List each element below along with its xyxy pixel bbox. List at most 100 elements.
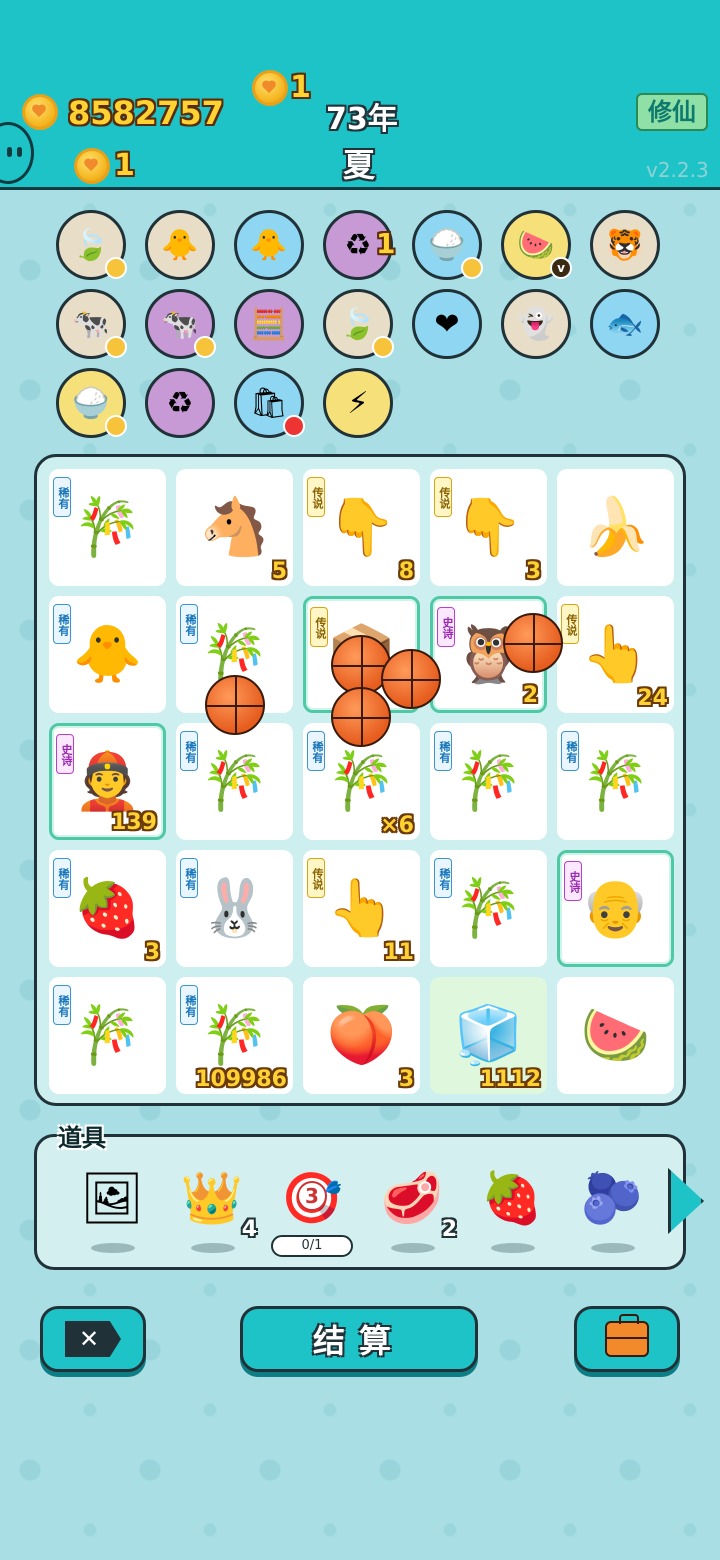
board-tile[interactable]: 👇 传说 3 [430,469,547,586]
board-tile[interactable]: 👆 传说 24 [557,596,674,713]
settle-button[interactable]: 结算 [240,1306,478,1372]
liver-item[interactable]: 🥩 2 [377,1163,457,1253]
target-item[interactable]: 🎯30/1 [271,1163,353,1257]
rarity-tag: 传说 [307,477,325,517]
rarity-tag: 稀有 [180,985,198,1025]
blueberry-icon: 🫐 [580,1168,644,1227]
cow-pair-skill-2-icon[interactable]: 🐄 [145,289,216,359]
tile-icon: 🐰 [199,875,270,941]
basketball-icon [503,613,563,673]
skill-badge [194,336,216,358]
math-man-skill-icon[interactable]: 🧮 [234,289,304,359]
tile-icon: 🎋 [199,748,270,814]
skill-badge [372,336,394,358]
board-tile[interactable]: 👇 传说 8 [303,469,420,586]
tile-count: 109986 [195,1067,287,1092]
item-shadow [591,1243,635,1253]
item-shadow [491,1243,535,1253]
tile-icon: 👇 [326,494,397,560]
tile-count: 139 [111,810,157,835]
tiger-skill-icon[interactable]: 🐯 [590,210,660,280]
rarity-tag: 稀有 [434,731,452,771]
recycle-skill-icon[interactable]: ♻ [145,368,215,438]
board-tile[interactable]: 🎋 稀有 [430,850,547,967]
sack-skill-icon[interactable]: 🛍 [234,368,305,438]
board-tile[interactable]: 🍉 [557,977,674,1094]
skill-glyph: 🍚 [428,227,466,263]
leaf-skill-2-icon[interactable]: 🍃 [323,289,394,359]
bag-button[interactable] [574,1306,680,1372]
frame-item[interactable]: 🖼 [77,1163,147,1253]
item-progress: 0/1 [271,1235,353,1257]
rarity-tag: 传说 [310,607,328,647]
basketball-icon [381,649,441,709]
tile-icon: 🎋 [72,1002,143,1068]
item-qty: 2 [441,1217,457,1242]
skill-glyph: 🐯 [606,227,644,263]
heart-fan-skill-icon[interactable]: ❤ [412,289,482,359]
skill-glyph: ❤ [434,306,460,342]
tile-icon: 👴 [580,875,651,941]
ghost-skill-icon[interactable]: 👻 [501,289,571,359]
fish-tank-skill-icon[interactable]: 🐟 [590,289,660,359]
tile-icon: 🐴 [199,494,270,560]
crown-item[interactable]: 👑 4 [177,1163,257,1253]
season-label: 夏 [343,146,376,184]
board-tile[interactable]: 🎋 稀有 109986 [176,977,293,1094]
item-qty: 4 [241,1217,257,1242]
tile-count: 24 [637,686,668,711]
lightning-skill-icon[interactable]: ⚡ [323,368,393,438]
rice-bowl-skill-icon[interactable]: 🍚 [412,210,483,280]
liver-icon: 🥩 [380,1168,444,1227]
tile-icon: 👆 [326,875,397,941]
board-tile[interactable]: 🐰 稀有 [176,850,293,967]
chick-egg-skill-2-icon[interactable]: 🐥 [234,210,304,280]
rice-bowl-skill-2-icon[interactable]: 🍚 [56,368,127,438]
board-tile[interactable]: 🍓 稀有 3 [49,850,166,967]
board-tile[interactable]: 🎋 稀有 [49,977,166,1094]
items-next-arrow[interactable] [668,1168,704,1234]
tile-icon: 🎋 [199,1002,270,1068]
rarity-tag: 传说 [307,858,325,898]
items-panel: 🖼👑4🎯30/1🥩2🍓🫐 [34,1134,686,1270]
board-tile[interactable]: 🧊 1112 [430,977,547,1094]
strawberry-item[interactable]: 🍓 [477,1163,547,1253]
rarity-tag: 史诗 [437,607,455,647]
board-tile[interactable]: 🍌 [557,469,674,586]
tile-icon: 🎋 [72,494,143,560]
tile-icon: 🎋 [326,748,397,814]
board-tile[interactable]: 🎋 稀有 [430,723,547,840]
skill-glyph: ♻ [344,227,372,263]
coin-counter: 1 [290,70,311,105]
skill-glyph: 🍉 [517,227,555,263]
chick-egg-skill-icon[interactable]: 🐥 [145,210,215,280]
exit-button[interactable]: ✕ [40,1306,146,1372]
recycle-coin-skill-icon[interactable]: ♻ 1 [323,210,395,280]
briefcase-icon [605,1314,649,1357]
board-tile[interactable]: 🐴 5 [176,469,293,586]
board-tile[interactable]: 👲 史诗 139 [49,723,166,840]
leaf-skill-icon[interactable]: 🍃 [56,210,127,280]
skill-glyph: 🐄 [161,306,199,342]
board-tile[interactable]: 🍑 3 [303,977,420,1094]
tile-icon: 🍑 [326,1002,397,1068]
rarity-tag: 传说 [434,477,452,517]
rarity-tag: 史诗 [56,734,74,774]
coin-icon [252,70,288,106]
tile-icon: 🍓 [72,875,143,941]
skill-glyph: 🐄 [72,306,110,342]
board-tile[interactable]: 🎋 稀有 [49,469,166,586]
board-tile[interactable]: 🎋 稀有 [176,723,293,840]
blueberry-item[interactable]: 🫐 [577,1163,647,1253]
xiuxian-button[interactable]: 修仙 [636,93,708,131]
cow-pair-skill-icon[interactable]: 🐄 [56,289,127,359]
board-tile[interactable]: 👴 史诗 [557,850,674,967]
tile-icon: 🍉 [580,1002,651,1068]
coins-total: 8582757 [68,94,224,132]
board-tile[interactable]: 👆 传说 11 [303,850,420,967]
board-tile[interactable]: 🎋 稀有 [557,723,674,840]
fruit-basket-skill-icon[interactable]: 🍉 v [501,210,572,280]
tile-count: ×6 [380,813,414,838]
skill-glyph: 🍃 [72,227,110,263]
board-tile[interactable]: 🐥 稀有 [49,596,166,713]
